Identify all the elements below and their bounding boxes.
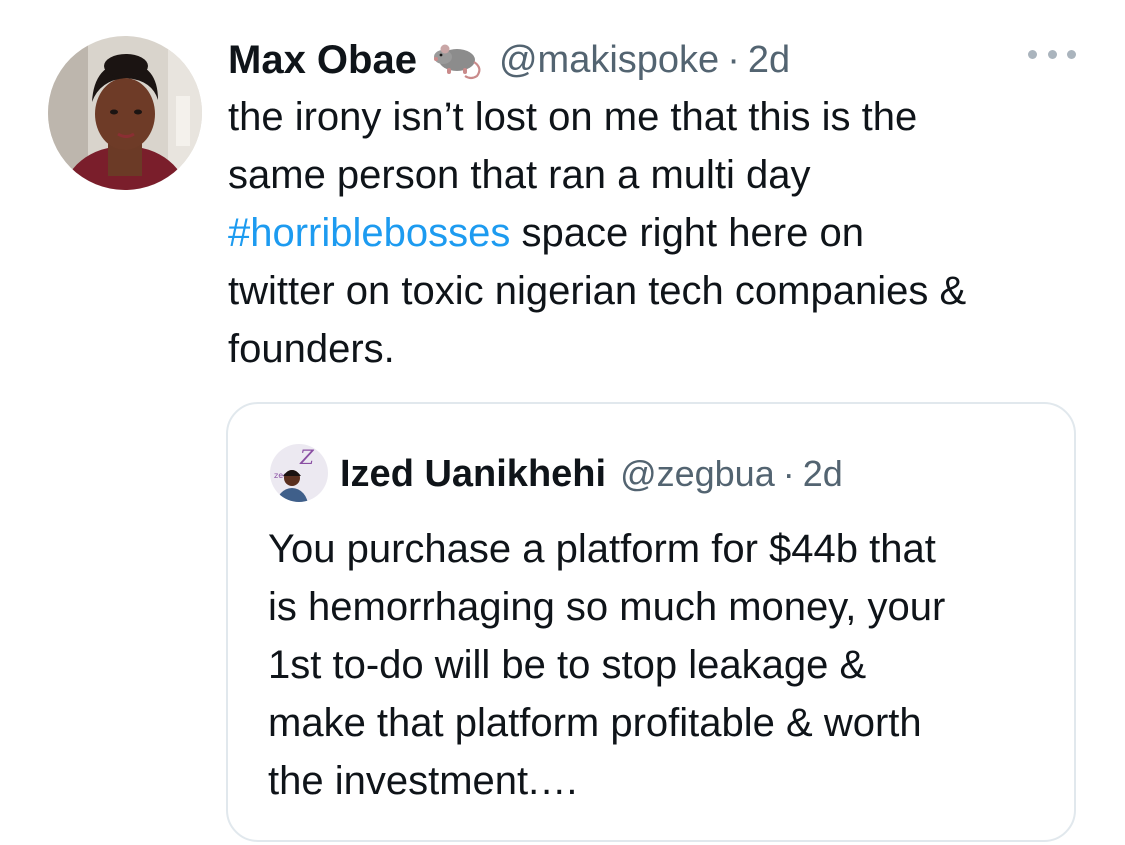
quoted-text-line: 1st to-do will be to stop leakage & <box>268 643 867 687</box>
quoted-author-handle[interactable]: @zegbua <box>620 453 775 495</box>
dot <box>1047 49 1057 59</box>
tweet-text: the irony isn’t lost on me that this is … <box>228 88 1098 378</box>
tweet-header: Max Obae @makispoke · 2d <box>228 32 790 88</box>
tweet-text-line: the irony isn’t lost on me that this is … <box>228 95 918 139</box>
quoted-author-name[interactable]: Ized Uanikhehi <box>340 453 606 496</box>
tweet-timestamp[interactable]: 2d <box>748 39 790 82</box>
tweet-text-line: twitter on toxic nigerian tech companies… <box>228 269 967 313</box>
author-handle[interactable]: @makispoke <box>499 39 719 82</box>
rat-icon <box>431 40 487 80</box>
hashtag-link[interactable]: #horriblebosses <box>228 211 510 255</box>
quoted-tweet-text: You purchase a platform for $44b that is… <box>268 520 1068 810</box>
quoted-text-line: make that platform profitable & worth <box>268 701 922 745</box>
more-options-icon[interactable] <box>1028 42 1076 66</box>
author-name[interactable]: Max Obae <box>228 38 417 83</box>
quoted-tweet-card[interactable]: Z zedi Ized Uanikhehi @zegbua · 2d You p… <box>226 402 1076 842</box>
separator-dot: · <box>727 38 740 81</box>
separator-dot: · <box>782 453 795 494</box>
dot <box>1028 49 1037 59</box>
quoted-text-line: the investment.… <box>268 759 580 803</box>
quoted-text-line: is hemorrhaging so much money, your <box>268 585 946 629</box>
quoted-text-line: You purchase a platform for $44b that <box>268 527 936 571</box>
quoted-author-avatar[interactable]: Z zedi <box>270 444 328 502</box>
tweet-text-line: founders. <box>228 327 395 371</box>
quoted-tweet-timestamp[interactable]: 2d <box>803 453 843 495</box>
svg-text:Z: Z <box>299 445 315 469</box>
quoted-tweet-header: Ized Uanikhehi @zegbua · 2d <box>340 446 843 502</box>
tweet-text-line: same person that ran a multi day <box>228 153 811 197</box>
author-avatar[interactable] <box>48 36 202 190</box>
tweet-text-line: #horriblebosses space right here on <box>228 204 1098 262</box>
tweet[interactable]: Max Obae @makispoke · 2d the irony isn’t… <box>0 0 1125 845</box>
dot <box>1067 49 1076 59</box>
tweet-text-fragment: space right here on <box>510 211 864 255</box>
